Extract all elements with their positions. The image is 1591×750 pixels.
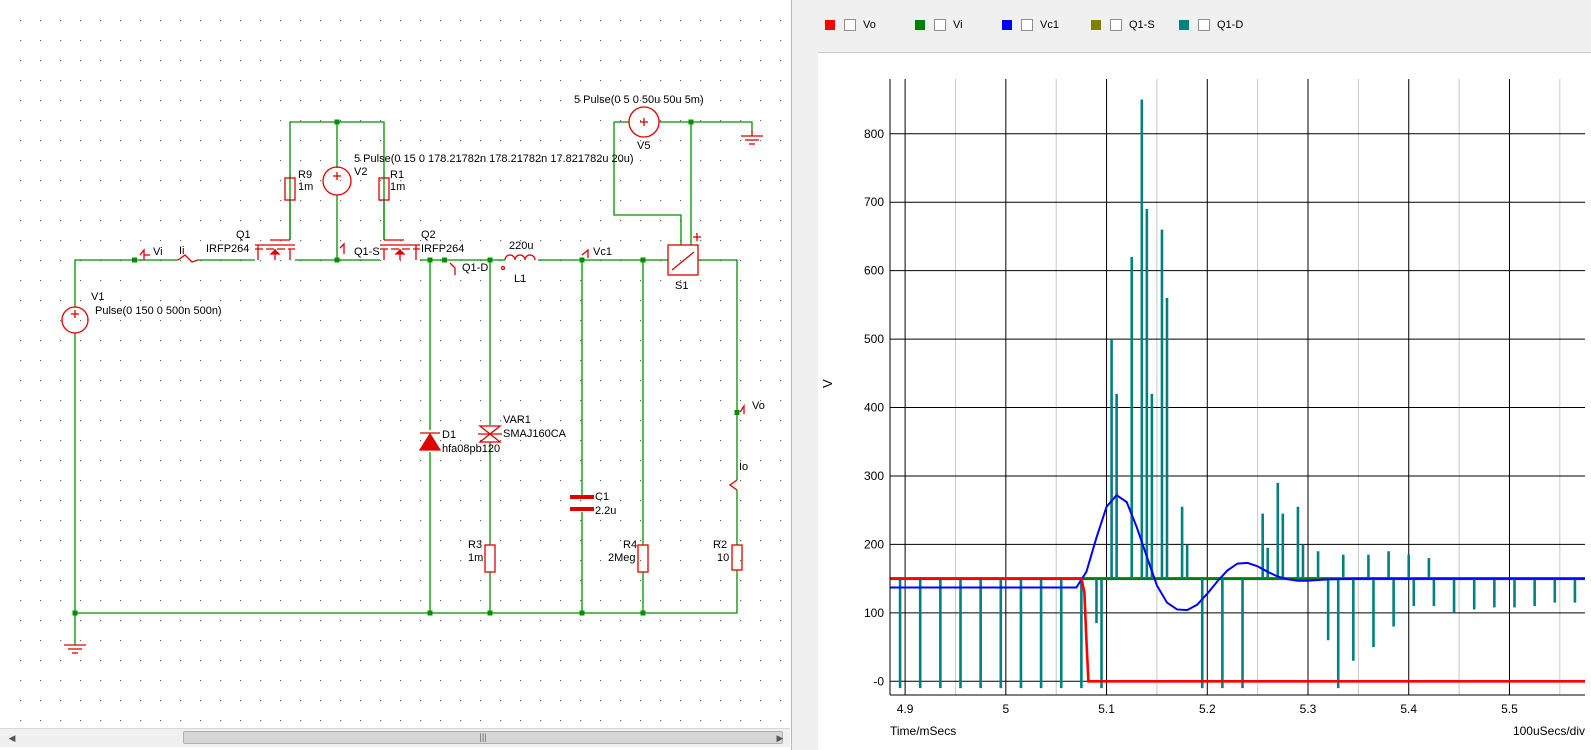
q2-value: IRFP264 — [421, 243, 464, 255]
y-tick-label: 500 — [864, 332, 884, 346]
r9-value: 1m — [298, 181, 313, 193]
q1-value: IRFP264 — [206, 243, 249, 255]
axes: -0 100 200 300 400 500 600 700 800 4.9 5 5.1 5.2 5.3 5… — [864, 79, 1585, 716]
r3-value: 1m — [468, 552, 483, 564]
legend-item-q1s[interactable]: Q1-S — [1091, 19, 1155, 31]
q1d-swatch — [1179, 20, 1189, 30]
panel-splitter[interactable] — [792, 0, 818, 750]
c1-value: 2.2u — [595, 505, 616, 517]
y-tick-label: 700 — [864, 195, 884, 209]
scroll-right-icon[interactable]: ▶ — [772, 729, 788, 747]
v5-name: V5 — [637, 140, 650, 152]
l1-name: L1 — [514, 273, 526, 285]
grid — [890, 79, 1585, 695]
series-vo-line — [890, 577, 1585, 683]
time-scale-label: 100uSecs/div — [1513, 724, 1585, 738]
r4-name: R4 — [623, 539, 637, 551]
vc1-checkbox[interactable] — [1021, 19, 1033, 31]
y-tick-label: 800 — [864, 127, 884, 141]
q2-name: Q2 — [421, 229, 436, 241]
legend-item-vo[interactable]: Vo — [825, 19, 876, 31]
legend-label-vi: Vi — [953, 19, 963, 31]
legend-label-vc1: Vc1 — [1040, 19, 1059, 31]
probe-vo-label: Vo — [752, 400, 765, 412]
q1s-swatch — [1091, 20, 1101, 30]
legend-bar: Vo Vi Vc1 Q1-S Q1-D — [818, 0, 1591, 53]
series-layer — [890, 99, 1585, 689]
legend-item-vc1[interactable]: Vc1 — [1002, 19, 1059, 31]
v2-value: 5 Pulse(0 15 0 178.21782n 178.21782n 17.… — [354, 153, 634, 165]
schematic-panel[interactable]: V1 Pulse(0 150 0 500n 500n) 5 Pulse(0 15… — [0, 0, 792, 750]
x-axis-label: Time/mSecs — [890, 724, 956, 738]
q1d-checkbox[interactable] — [1198, 19, 1210, 31]
waveform-plot[interactable]: -0 100 200 300 400 500 600 700 800 4.9 5 5.1 5.2 5.3 5… — [818, 53, 1591, 750]
y-tick-label: -0 — [873, 674, 884, 688]
v1-value: Pulse(0 150 0 500n 500n) — [95, 305, 222, 317]
x-tick-label: 5.5 — [1501, 702, 1518, 716]
q1-name: Q1 — [236, 229, 251, 241]
scrollbar-thumb[interactable]: ||| — [183, 731, 783, 744]
y-axis-label: V — [820, 379, 835, 388]
legend-label-q1s: Q1-S — [1129, 19, 1155, 31]
probe-q1d-label: Q1-D — [462, 262, 488, 274]
vi-checkbox[interactable] — [934, 19, 946, 31]
series-vc1-line — [890, 493, 1585, 612]
horizontal-scrollbar[interactable]: ◀ ||| ▶ — [0, 728, 790, 747]
v1-name: V1 — [91, 291, 104, 303]
vo-swatch — [825, 20, 835, 30]
y-tick-label: 100 — [864, 606, 884, 620]
c1-name: C1 — [595, 491, 609, 503]
legend-item-vi[interactable]: Vi — [915, 19, 963, 31]
r2-name: R2 — [713, 539, 727, 551]
probe-io-label: Io — [739, 461, 748, 473]
r9-name: R9 — [298, 169, 312, 181]
l1-value: 220u — [509, 240, 533, 252]
y-tick-label: 400 — [864, 401, 884, 415]
x-tick-label: 4.9 — [897, 702, 914, 716]
probe-vi-label: Vi — [153, 246, 163, 258]
x-tick-label: 5.2 — [1199, 702, 1216, 716]
probe-ii-label: Ii — [179, 245, 185, 257]
r2-value: 10 — [717, 552, 729, 564]
y-tick-label: 200 — [864, 537, 884, 551]
x-tick-label: 5.1 — [1098, 702, 1115, 716]
legend-item-q1d[interactable]: Q1-D — [1179, 19, 1243, 31]
r1-name: R1 — [390, 169, 404, 181]
q1s-checkbox[interactable] — [1110, 19, 1122, 31]
probe-q1s-label: Q1-S — [354, 246, 380, 258]
y-tick-label: 300 — [864, 469, 884, 483]
r1-value: 1m — [390, 181, 405, 193]
d1-value: hfa08pb120 — [442, 443, 500, 455]
x-tick-label: 5.4 — [1400, 702, 1417, 716]
var1-value: SMAJ160CA — [503, 428, 567, 440]
schematic-canvas[interactable]: V1 Pulse(0 150 0 500n 500n) 5 Pulse(0 15… — [0, 0, 790, 728]
vi-swatch — [915, 20, 925, 30]
legend-label-vo: Vo — [863, 19, 876, 31]
x-tick-label: 5.3 — [1300, 702, 1317, 716]
y-tick-label: 600 — [864, 264, 884, 278]
r4-value: 2Meg — [608, 552, 636, 564]
r3-name: R3 — [468, 539, 482, 551]
series-q1d — [898, 99, 1577, 689]
scroll-left-icon[interactable]: ◀ — [4, 729, 20, 747]
vo-checkbox[interactable] — [844, 19, 856, 31]
vc1-swatch — [1002, 20, 1012, 30]
v5-value: 5 Pulse(0 5 0 50u 50u 5m) — [574, 94, 704, 106]
var1-name: VAR1 — [503, 414, 531, 426]
d1-name: D1 — [442, 429, 456, 441]
legend-label-q1d: Q1-D — [1217, 19, 1244, 31]
v2-name: V2 — [354, 166, 367, 178]
waveform-panel: Vo Vi Vc1 Q1-S Q1-D -0 100 200 300 400 500 600… — [818, 0, 1591, 750]
s1-name: S1 — [675, 280, 688, 292]
probe-vc1-label: Vc1 — [593, 246, 612, 258]
x-tick-label: 5 — [1002, 702, 1009, 716]
